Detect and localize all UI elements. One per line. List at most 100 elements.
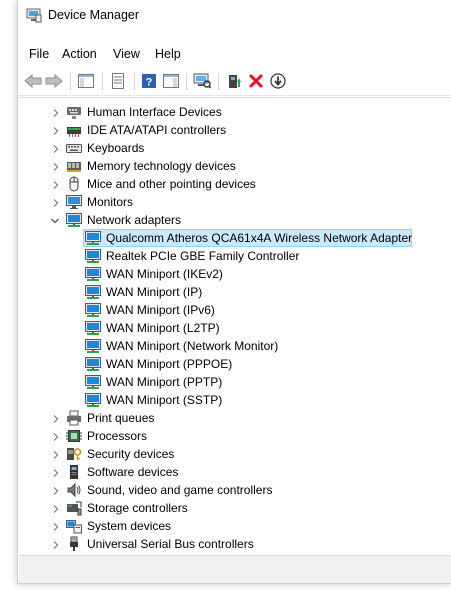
network-adapter-icon: [85, 248, 101, 264]
printer-icon: [66, 410, 82, 426]
tree-device-wan-miniport-pppoe[interactable]: WAN Miniport (PPPOE): [19, 355, 451, 373]
monitor-icon: [66, 194, 82, 210]
chevron-right-icon[interactable]: [51, 467, 61, 477]
tree-category-ide-ata-atapi-controllers[interactable]: IDE ATA/ATAPI controllers: [19, 121, 451, 139]
toolbar: ?: [18, 66, 451, 96]
tree-category-network-adapters[interactable]: Network adapters: [19, 211, 451, 229]
chevron-right-icon[interactable]: [51, 179, 61, 189]
forward-icon[interactable]: [44, 71, 64, 91]
network-adapter-icon: [85, 374, 101, 390]
menu-help[interactable]: Help: [155, 47, 181, 61]
tree-category-universal-serial-bus-controllers[interactable]: Universal Serial Bus controllers: [19, 535, 451, 553]
tree-device-wan-miniport-ikev2[interactable]: WAN Miniport (IKEv2): [19, 265, 451, 283]
tree-category-label: System devices: [87, 519, 172, 533]
chevron-right-icon[interactable]: [51, 107, 61, 117]
tree-category-label: Human Interface Devices: [87, 105, 222, 119]
tree-category-label: Security devices: [87, 447, 175, 461]
chevron-right-icon[interactable]: [51, 503, 61, 513]
tree-device-label: Qualcomm Atheros QCA61x4A Wireless Netwo…: [106, 231, 413, 245]
tree-category-system-devices[interactable]: System devices: [19, 517, 451, 535]
chevron-right-icon[interactable]: [51, 539, 61, 549]
update-driver-icon[interactable]: [224, 71, 244, 91]
window-title: Device Manager: [48, 8, 140, 22]
network-adapter-icon: [85, 392, 101, 408]
security-icon: [66, 446, 82, 462]
software-icon: [66, 464, 82, 480]
tree-device-label: WAN Miniport (PPPOE): [106, 357, 233, 371]
tree-category-label: Universal Serial Bus controllers: [87, 537, 254, 551]
tree-category-label: Memory technology devices: [87, 159, 236, 173]
back-icon[interactable]: [23, 71, 43, 91]
chevron-down-icon[interactable]: [50, 215, 60, 225]
tree-category-label: Keyboards: [87, 141, 145, 155]
tree-device-label: WAN Miniport (IP): [106, 285, 203, 299]
tree-device-label: WAN Miniport (L2TP): [106, 321, 220, 335]
tree-device-qualcomm-atheros-qca61x4a-wireless-network-adapter[interactable]: Qualcomm Atheros QCA61x4A Wireless Netwo…: [19, 229, 451, 247]
memory-icon: [66, 158, 82, 174]
properties-icon[interactable]: [108, 71, 128, 91]
tree-category-storage-controllers[interactable]: Storage controllers: [19, 499, 451, 517]
show-hide-console-tree-icon[interactable]: [76, 71, 96, 91]
tree-device-wan-miniport-pptp[interactable]: WAN Miniport (PPTP): [19, 373, 451, 391]
tree-category-memory-technology-devices[interactable]: Memory technology devices: [19, 157, 451, 175]
action-pane-icon[interactable]: [161, 71, 181, 91]
scan-hardware-icon[interactable]: [192, 71, 212, 91]
chevron-right-icon[interactable]: [51, 161, 61, 171]
tree-category-label: Storage controllers: [87, 501, 188, 515]
chevron-right-icon[interactable]: [51, 143, 61, 153]
network-adapter-icon: [85, 320, 101, 336]
tree-category-label: Processors: [87, 429, 148, 443]
storage-icon: [66, 500, 82, 516]
tree-device-label: WAN Miniport (IPv6): [106, 303, 215, 317]
network-adapter-icon: [85, 284, 101, 300]
tree-category-mice-and-other-pointing-devices[interactable]: Mice and other pointing devices: [19, 175, 451, 193]
uninstall-icon[interactable]: [246, 71, 266, 91]
system-icon: [66, 518, 82, 534]
tree-category-software-devices[interactable]: Software devices: [19, 463, 451, 481]
processor-icon: [66, 428, 82, 444]
tree-device-realtek-pcie-gbe-family-controller[interactable]: Realtek PCIe GBE Family Controller: [19, 247, 451, 265]
tree-device-wan-miniport-sstp[interactable]: WAN Miniport (SSTP): [19, 391, 451, 409]
usb-icon: [66, 536, 82, 552]
tree-category-label: Network adapters: [87, 213, 182, 227]
tree-device-wan-miniport-network-monitor[interactable]: WAN Miniport (Network Monitor): [19, 337, 451, 355]
tree-category-label: Monitors: [87, 195, 134, 209]
toolbar-separator: [70, 73, 71, 90]
chevron-right-icon[interactable]: [51, 197, 61, 207]
device-manager-icon: [26, 7, 42, 23]
chevron-right-icon[interactable]: [51, 431, 61, 441]
menu-file[interactable]: File: [29, 47, 49, 61]
tree-category-label: IDE ATA/ATAPI controllers: [87, 123, 227, 137]
tree-category-monitors[interactable]: Monitors: [19, 193, 451, 211]
tree-category-human-interface-devices[interactable]: Human Interface Devices: [19, 103, 451, 121]
hid-icon: [66, 104, 82, 120]
menu-view[interactable]: View: [113, 47, 140, 61]
disable-device-icon[interactable]: [268, 71, 288, 91]
menu-action[interactable]: Action: [62, 47, 97, 61]
tree-category-label: Mice and other pointing devices: [87, 177, 256, 191]
chevron-right-icon[interactable]: [51, 485, 61, 495]
toolbar-separator: [218, 73, 219, 90]
device-manager-window: Device Manager File Action View Help ? H…: [17, 0, 451, 584]
tree-device-label: WAN Miniport (SSTP): [106, 393, 223, 407]
tree-category-print-queues[interactable]: Print queues: [19, 409, 451, 427]
help-icon[interactable]: ?: [139, 71, 159, 91]
tree-category-keyboards[interactable]: Keyboards: [19, 139, 451, 157]
chevron-right-icon[interactable]: [51, 125, 61, 135]
network-adapter-icon: [85, 302, 101, 318]
title-bar: Device Manager: [18, 0, 451, 30]
chevron-right-icon[interactable]: [51, 521, 61, 531]
tree-category-label: Print queues: [87, 411, 155, 425]
keyboard-icon: [66, 140, 82, 156]
toolbar-separator: [186, 73, 187, 90]
tree-category-sound-video-and-game-controllers[interactable]: Sound, video and game controllers: [19, 481, 451, 499]
tree-category-processors[interactable]: Processors: [19, 427, 451, 445]
tree-device-wan-miniport-ipv6[interactable]: WAN Miniport (IPv6): [19, 301, 451, 319]
tree-device-wan-miniport-ip[interactable]: WAN Miniport (IP): [19, 283, 451, 301]
tree-device-wan-miniport-l2tp[interactable]: WAN Miniport (L2TP): [19, 319, 451, 337]
chevron-right-icon[interactable]: [51, 413, 61, 423]
tree-category-security-devices[interactable]: Security devices: [19, 445, 451, 463]
chevron-right-icon[interactable]: [51, 449, 61, 459]
network-adapter-icon: [85, 230, 101, 246]
device-tree[interactable]: Human Interface Devices IDE ATA/ATAPI con…: [19, 97, 451, 555]
